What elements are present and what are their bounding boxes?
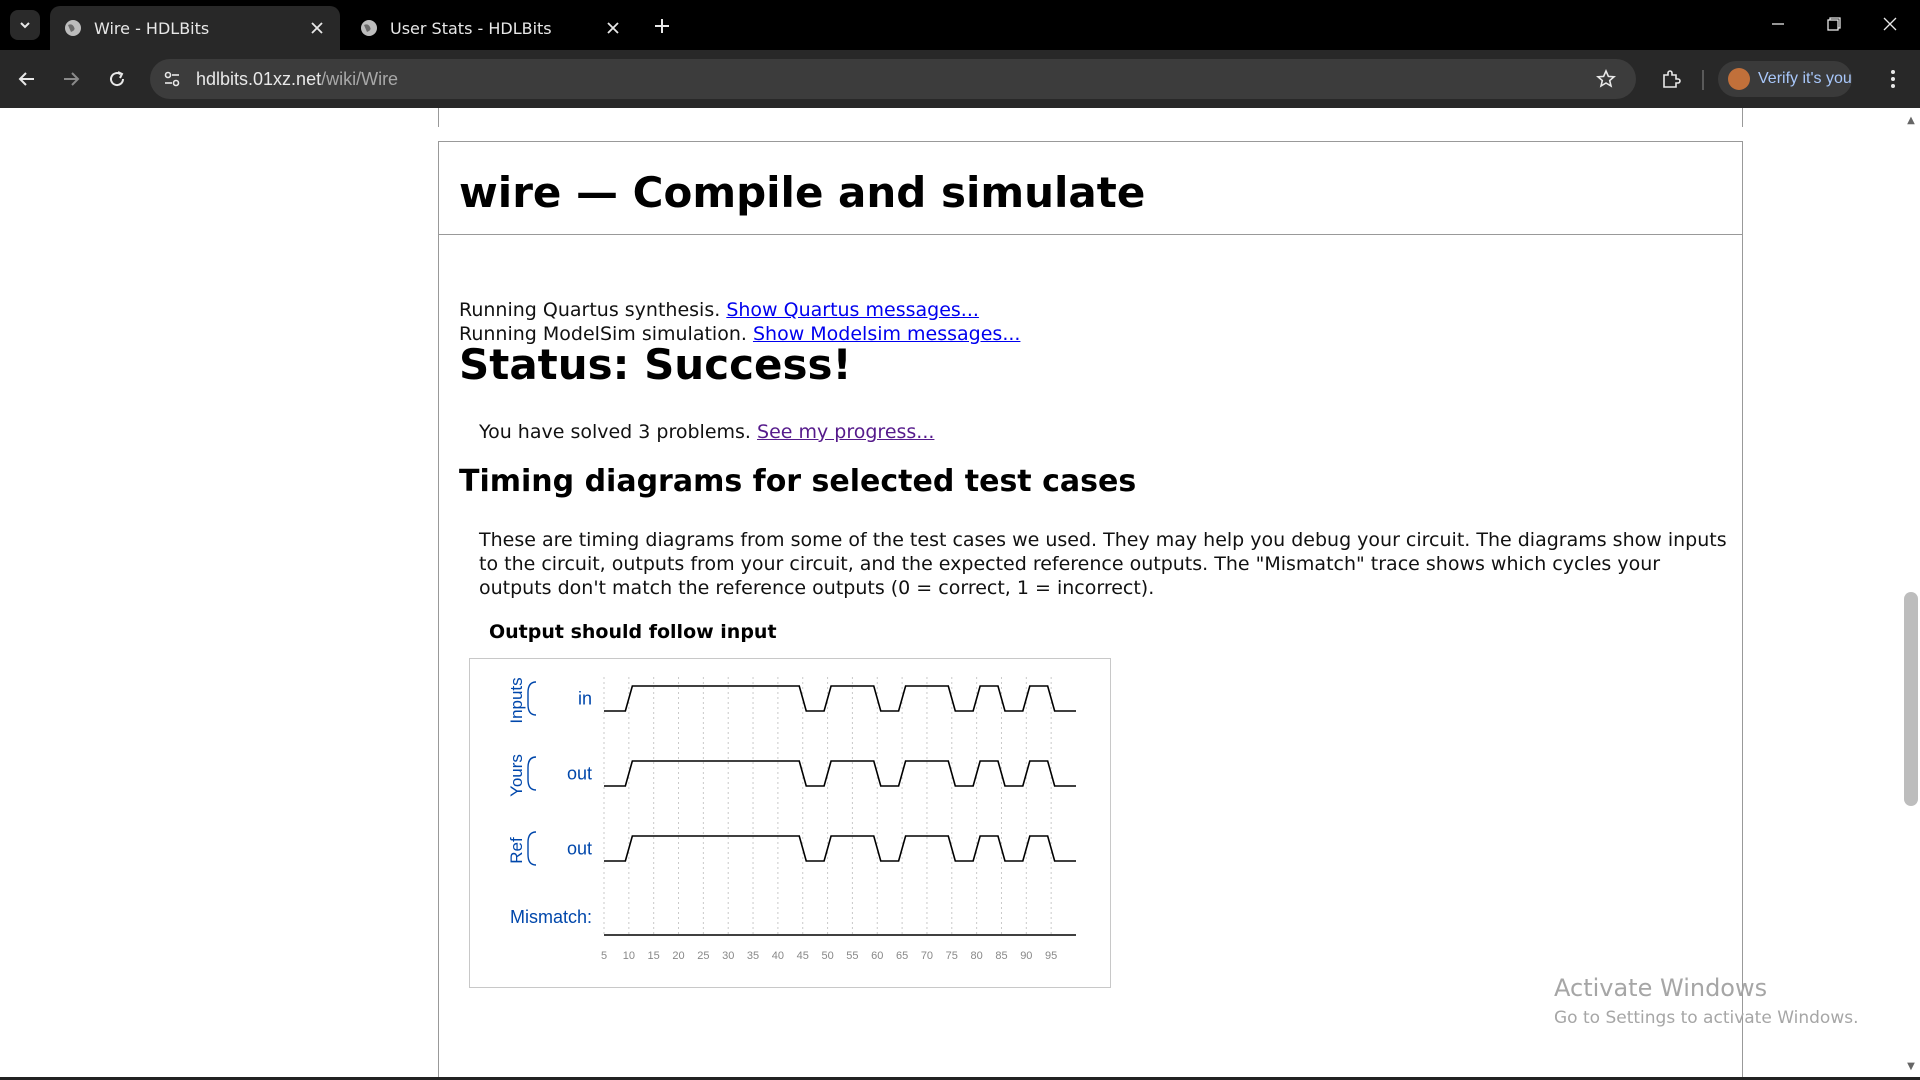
tab-search-icon[interactable] bbox=[10, 10, 40, 40]
quartus-line: Running Quartus synthesis. Show Quartus … bbox=[459, 299, 979, 321]
signal-label: out bbox=[567, 839, 592, 859]
time-tick-label: 25 bbox=[697, 950, 709, 962]
time-tick-label: 60 bbox=[871, 950, 883, 962]
waveform bbox=[604, 760, 1076, 787]
timing-diagram: Inputs in Yours out Ref out Mismatch: 5 10 15 20 25… bbox=[469, 658, 1111, 988]
close-icon[interactable] bbox=[602, 17, 624, 39]
site-info-icon[interactable] bbox=[160, 67, 184, 91]
url-text: hdlbits.01xz.net/wiki/Wire bbox=[196, 69, 398, 90]
star-icon[interactable] bbox=[1594, 67, 1618, 91]
solved-line: You have solved 3 problems. See my progr… bbox=[479, 421, 934, 443]
timing-description: These are timing diagrams from some of t… bbox=[479, 529, 1727, 599]
scroll-thumb[interactable] bbox=[1904, 592, 1918, 806]
back-icon[interactable] bbox=[12, 64, 42, 94]
address-bar[interactable]: hdlbits.01xz.net/wiki/Wire bbox=[150, 59, 1636, 99]
close-icon[interactable] bbox=[306, 17, 328, 39]
time-tick-label: 75 bbox=[946, 950, 958, 962]
progress-link[interactable]: See my progress... bbox=[757, 421, 934, 443]
time-tick-label: 90 bbox=[1020, 950, 1032, 962]
minimize-icon[interactable] bbox=[1758, 8, 1798, 40]
compile-panel: wire — Compile and simulate Running Quar… bbox=[438, 141, 1743, 1078]
quartus-text: Running Quartus synthesis. bbox=[459, 299, 721, 321]
group-brace bbox=[527, 831, 537, 866]
time-tick-label: 65 bbox=[896, 950, 908, 962]
waveform bbox=[604, 835, 1076, 862]
time-tick-label: 95 bbox=[1045, 950, 1057, 962]
time-tick-label: 85 bbox=[995, 950, 1007, 962]
reload-icon[interactable] bbox=[102, 64, 132, 94]
waveform bbox=[604, 685, 1076, 712]
url-host: hdlbits.01xz.net bbox=[196, 69, 322, 89]
time-tick-label: 50 bbox=[821, 950, 833, 962]
profile-label: Verify it's you bbox=[1758, 70, 1852, 87]
time-tick-label: 80 bbox=[971, 950, 983, 962]
kebab-menu-icon[interactable] bbox=[1878, 64, 1908, 94]
tab-title: Wire - HDLBits bbox=[94, 18, 210, 38]
scroll-up-arrow-icon[interactable]: ▲ bbox=[1902, 108, 1920, 132]
diagram-title: Output should follow input bbox=[489, 621, 777, 643]
globe-icon bbox=[65, 20, 81, 36]
group-brace bbox=[527, 756, 537, 791]
activate-windows-subtitle: Go to Settings to activate Windows. bbox=[1554, 1008, 1859, 1028]
time-tick-label: 45 bbox=[797, 950, 809, 962]
group-brace bbox=[527, 681, 537, 716]
time-tick-label: 5 bbox=[601, 950, 607, 962]
scroll-down-arrow-icon[interactable]: ▼ bbox=[1902, 1054, 1920, 1078]
extensions-icon[interactable] bbox=[1656, 64, 1686, 94]
time-tick-label: 55 bbox=[846, 950, 858, 962]
page-title: wire — Compile and simulate bbox=[459, 168, 1146, 217]
tab-title: User Stats - HDLBits bbox=[390, 18, 552, 38]
restore-icon[interactable] bbox=[1814, 8, 1854, 40]
time-tick-label: 40 bbox=[772, 950, 784, 962]
vertical-scrollbar[interactable]: ▲ ▼ bbox=[1902, 108, 1920, 1078]
close-window-icon[interactable] bbox=[1870, 8, 1910, 40]
group-label: Yours bbox=[507, 754, 526, 797]
avatar bbox=[1728, 68, 1750, 90]
toolbar-separator bbox=[1702, 70, 1704, 90]
time-tick-label: 20 bbox=[672, 950, 684, 962]
group-label: Ref bbox=[507, 837, 526, 864]
activate-windows-title: Activate Windows bbox=[1554, 974, 1768, 1002]
url-path: /wiki/Wire bbox=[321, 69, 399, 89]
forward-icon[interactable] bbox=[56, 64, 86, 94]
tab-wire[interactable]: Wire - HDLBits bbox=[50, 6, 340, 50]
time-tick-label: 10 bbox=[623, 950, 635, 962]
group-label: Inputs bbox=[507, 677, 526, 723]
time-tick-label: 35 bbox=[747, 950, 759, 962]
status-heading: Status: Success! bbox=[459, 340, 852, 389]
signal-label: out bbox=[567, 764, 592, 784]
browser-toolbar: hdlbits.01xz.net/wiki/Wire Verify it's y… bbox=[0, 50, 1920, 108]
globe-icon bbox=[361, 20, 377, 36]
time-tick-label: 30 bbox=[722, 950, 734, 962]
quartus-messages-link[interactable]: Show Quartus messages... bbox=[726, 299, 979, 321]
profile-button[interactable]: Verify it's you bbox=[1718, 61, 1852, 97]
time-tick-label: 70 bbox=[921, 950, 933, 962]
mismatch-label: Mismatch: bbox=[510, 907, 592, 927]
signal-label: in bbox=[578, 689, 592, 709]
timing-diagram-svg: Inputs in Yours out Ref out Mismatch: 5 10 15 20 25… bbox=[507, 677, 1076, 962]
solved-text: You have solved 3 problems. bbox=[479, 421, 751, 443]
time-tick-label: 15 bbox=[648, 950, 660, 962]
tab-strip: Wire - HDLBits User Stats - HDLBits bbox=[0, 0, 1920, 50]
plus-icon[interactable] bbox=[650, 14, 674, 38]
timing-heading: Timing diagrams for selected test cases bbox=[459, 464, 1137, 499]
tab-user-stats[interactable]: User Stats - HDLBits bbox=[346, 6, 636, 50]
page-viewport: wire — Compile and simulate Running Quar… bbox=[0, 108, 1902, 1078]
